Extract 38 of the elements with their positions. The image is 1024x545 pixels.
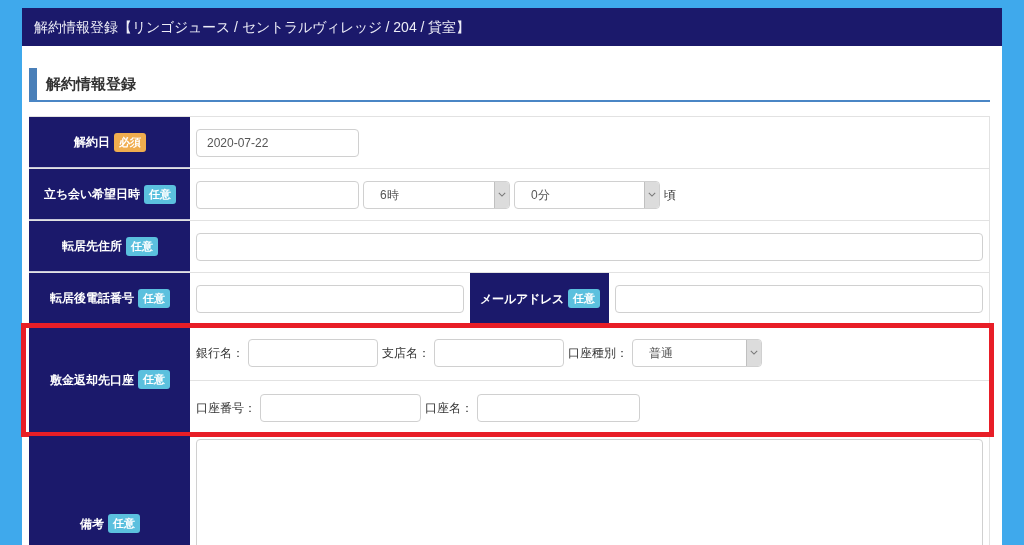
optional-tag: 任意	[125, 236, 158, 256]
input-field[interactable]	[248, 338, 378, 367]
optional-tag: 任意	[567, 289, 600, 308]
field-label: 敷金返却先口座	[49, 371, 134, 389]
accent-bar	[29, 68, 37, 100]
input-field[interactable]	[260, 394, 421, 422]
field-label: メールアドレス	[479, 290, 564, 308]
field-caption: 口座名：	[425, 400, 473, 417]
input-field[interactable]	[196, 232, 983, 261]
optional-tag: 任意	[107, 514, 140, 533]
field-caption: 銀行名：	[196, 344, 244, 362]
input-field[interactable]	[434, 338, 564, 367]
input-field[interactable]: 2020-07-22	[196, 128, 359, 157]
field-caption: 口座番号：	[196, 400, 256, 417]
window-title: 解約情報登録【リンゴジュース / セントラルヴィレッジ / 204 / 貸室】	[34, 17, 471, 37]
select-field[interactable]: 普通	[632, 338, 762, 367]
optional-tag: 任意	[143, 184, 176, 204]
optional-tag: 任意	[137, 288, 170, 308]
input-field[interactable]	[196, 180, 359, 209]
input-field[interactable]	[615, 284, 983, 313]
select-field[interactable]: 6時	[363, 180, 510, 209]
field-caption: 支店名：	[382, 344, 430, 362]
section-heading: 解約情報登録	[46, 73, 136, 94]
input-field[interactable]	[477, 394, 640, 422]
field-label: 転居先住所	[61, 238, 122, 255]
select-field[interactable]: 0分	[514, 180, 660, 209]
optional-tag: 任意	[137, 370, 170, 389]
field-label: 備考	[79, 515, 104, 533]
caret-icon	[746, 339, 761, 366]
input-field[interactable]	[196, 284, 464, 313]
field-caption: 口座種別：	[568, 344, 628, 362]
caret-icon	[644, 181, 659, 208]
field-label: 転居後電話番号	[49, 290, 134, 307]
required-tag: 必須	[113, 132, 146, 152]
field-label: 解約日	[73, 134, 110, 151]
caret-icon	[494, 181, 509, 208]
field-caption: 頃	[664, 186, 676, 204]
field-label: 立ち会い希望日時	[43, 186, 140, 203]
